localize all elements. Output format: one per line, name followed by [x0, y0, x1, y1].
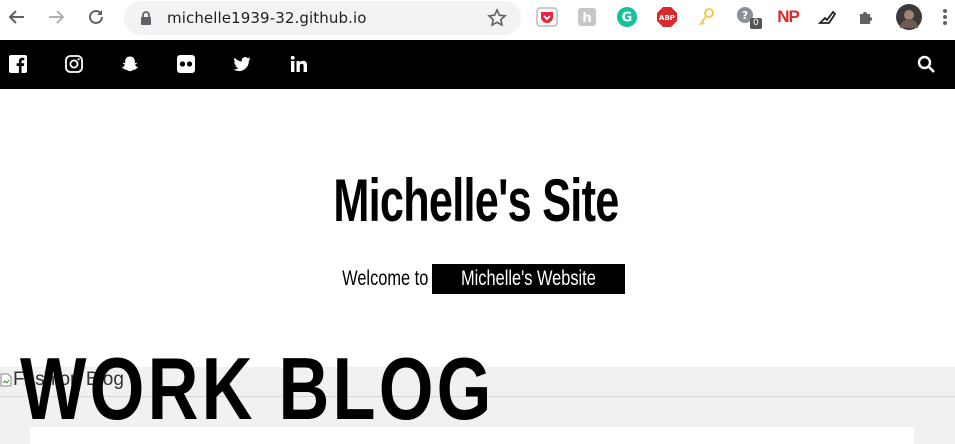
extension-badge-count: 0: [750, 18, 762, 29]
browser-menu-icon[interactable]: [938, 6, 952, 28]
forward-arrow-icon: [49, 10, 65, 24]
reload-button[interactable]: [84, 5, 108, 29]
flickr-icon[interactable]: [176, 54, 196, 74]
lock-icon: [141, 11, 151, 25]
broken-image-icon: [0, 373, 12, 387]
svg-text:?: ?: [742, 9, 748, 22]
snapchat-icon[interactable]: [120, 54, 140, 74]
search-icon[interactable]: [916, 54, 936, 74]
address-bar[interactable]: michelle1939-32.github.io: [124, 1, 521, 35]
profile-avatar[interactable]: [896, 4, 922, 30]
url-text: michelle1939-32.github.io: [167, 9, 367, 27]
twitter-icon[interactable]: [232, 54, 252, 74]
np-label: NP: [777, 7, 800, 26]
hand-extension-icon[interactable]: [816, 6, 838, 28]
svg-text:G: G: [622, 11, 633, 26]
linkedin-icon[interactable]: [289, 54, 309, 74]
instagram-icon[interactable]: [64, 54, 84, 74]
site-title: Michelle's Site: [333, 167, 619, 234]
bookmark-star-icon[interactable]: [487, 8, 507, 28]
grammarly-extension-icon[interactable]: G: [616, 6, 638, 28]
pocket-extension-icon[interactable]: [536, 6, 558, 28]
honey-extension-icon[interactable]: h: [576, 6, 598, 28]
adblock-plus-extension-icon[interactable]: ABP: [656, 6, 678, 28]
welcome-line: Welcome to Michelle's Website: [0, 264, 955, 294]
abp-label: ABP: [659, 14, 675, 22]
forward-button[interactable]: [44, 5, 68, 29]
welcome-highlight-badge: Michelle's Website: [432, 264, 626, 294]
extensions-puzzle-icon[interactable]: [856, 6, 878, 28]
back-arrow-icon: [8, 10, 24, 24]
back-button[interactable]: [5, 5, 29, 29]
welcome-prefix: Welcome to: [341, 267, 429, 290]
help-extension-icon[interactable]: ? 0: [736, 6, 762, 29]
np-extension-icon[interactable]: NP: [776, 6, 800, 28]
work-blog-heading: WORK BLOG: [20, 339, 495, 438]
welcome-highlight-text: Michelle's Website: [461, 267, 597, 290]
key-extension-icon[interactable]: [696, 6, 718, 28]
reload-icon: [89, 9, 103, 24]
facebook-icon[interactable]: [8, 54, 28, 74]
social-nav-bar: [0, 40, 955, 89]
browser-toolbar: michelle1939-32.github.io h G ABP ? 0 NP: [0, 0, 955, 40]
svg-text:h: h: [582, 11, 591, 26]
